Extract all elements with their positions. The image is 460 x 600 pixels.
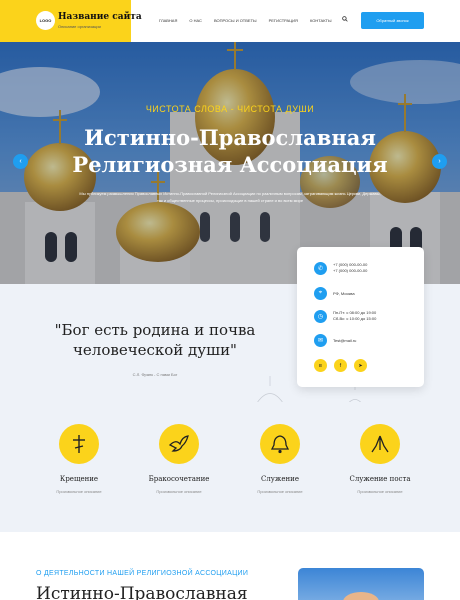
quote-line1: "Бог есть родина и почва (54, 321, 256, 339)
service-desc: Произвольное описание (56, 489, 102, 494)
contact-email[interactable]: ✉ Test@mail.ru (314, 334, 356, 347)
praying-hands-icon (360, 424, 400, 464)
quote-line2: человеческой души" (73, 341, 237, 359)
location-pin-icon: ⌖ (314, 287, 327, 300)
hero-description: Мы публикуем размышления Православных Ис… (79, 191, 381, 203)
hero-title: Истинно-Православная Религиозная Ассоциа… (0, 124, 460, 178)
about-tagline: О ДЕЯТЕЛЬНОСТИ НАШЕЙ РЕЛИГИОЗНОЙ АССОЦИА… (36, 570, 249, 577)
site-name[interactable]: Название сайта (58, 12, 142, 22)
service-desc: Произвольное описание (357, 489, 403, 494)
phone-2[interactable]: +7 (000) 000-00-00 (333, 268, 367, 274)
email-text[interactable]: Test@mail.ru (333, 338, 356, 344)
hours-weekends: Сб-Вс: с 10:00 до 15:00 (333, 315, 377, 321)
contact-phone[interactable]: ✆ +7 (000) 000-00-00 +7 (000) 000-00-00 (314, 262, 367, 275)
bell-icon (260, 424, 300, 464)
service-item[interactable]: Служение Произвольное описание (230, 424, 330, 494)
phone-icon: ✆ (314, 262, 327, 275)
service-title: Бракосочетание (148, 475, 210, 483)
hours-weekdays: Пн-Пт: с 08:00 до 19:00 (333, 310, 377, 315)
vk-icon[interactable]: в (314, 359, 327, 372)
hero-title-line1: Истинно-Православная (84, 125, 376, 150)
hero-title-line2: Религиозная Ассоциация (72, 152, 388, 177)
address-text: РФ, Москва (333, 291, 355, 296)
logo-block[interactable]: LOGO Название сайта Описание организации (0, 0, 142, 42)
nav-item-faq[interactable]: Вопросы и ответы (214, 18, 257, 23)
slider-prev-arrow-icon[interactable]: ‹ (13, 154, 28, 169)
service-desc: Произвольное описание (257, 489, 303, 494)
service-title: Служение (261, 475, 299, 483)
facebook-icon[interactable]: f (334, 359, 347, 372)
clock-icon: ◷ (314, 310, 327, 323)
service-desc: Произвольное описание (156, 489, 202, 494)
service-title: Служение поста (349, 475, 411, 483)
telegram-icon[interactable]: ➤ (354, 359, 367, 372)
nav-item-registration[interactable]: Регистрация (269, 18, 298, 23)
contact-address: ⌖ РФ, Москва (314, 287, 355, 300)
site-header: LOGO Название сайта Описание организации… (0, 0, 460, 42)
nav-item-contacts[interactable]: Контакты (310, 18, 332, 23)
contact-hours: ◷ Пн-Пт: с 08:00 до 19:00 Сб-Вс: с 10:00… (314, 310, 376, 323)
slider-next-arrow-icon[interactable]: › (432, 154, 447, 169)
nav-item-home[interactable]: Главная (159, 18, 177, 23)
logo[interactable]: LOGO (36, 11, 55, 30)
cross-icon (59, 424, 99, 464)
quote-text: "Бог есть родина и почва человеческой ду… (40, 320, 270, 360)
search-icon[interactable] (342, 16, 348, 22)
dove-icon (159, 424, 199, 464)
phone-1[interactable]: +7 (000) 000-00-00 (333, 262, 367, 268)
mail-icon: ✉ (314, 334, 327, 347)
service-item[interactable]: Крещение Произвольное описание (29, 424, 129, 494)
service-item[interactable]: Служение поста Произвольное описание (330, 424, 430, 494)
about-title: Истинно-Православная (36, 584, 248, 600)
nav-item-about[interactable]: О нас (189, 18, 202, 23)
contact-card: ✆ +7 (000) 000-00-00 +7 (000) 000-00-00 … (297, 247, 424, 387)
callback-button[interactable]: Обратный звонок (361, 12, 424, 29)
site-description: Описание организации (58, 24, 101, 29)
hero-tagline: ЧИСТОТА СЛОВА - ЧИСТОТА ДУШИ (145, 104, 315, 114)
service-title: Крещение (59, 475, 99, 483)
about-image (298, 568, 424, 600)
service-item[interactable]: Бракосочетание Произвольное описание (129, 424, 229, 494)
services-section: Крещение Произвольное описание Бракосоче… (0, 402, 460, 532)
about-section: О ДЕЯТЕЛЬНОСТИ НАШЕЙ РЕЛИГИОЗНОЙ АССОЦИА… (0, 532, 460, 600)
main-nav: Главная О нас Вопросы и ответы Регистрац… (159, 18, 344, 23)
